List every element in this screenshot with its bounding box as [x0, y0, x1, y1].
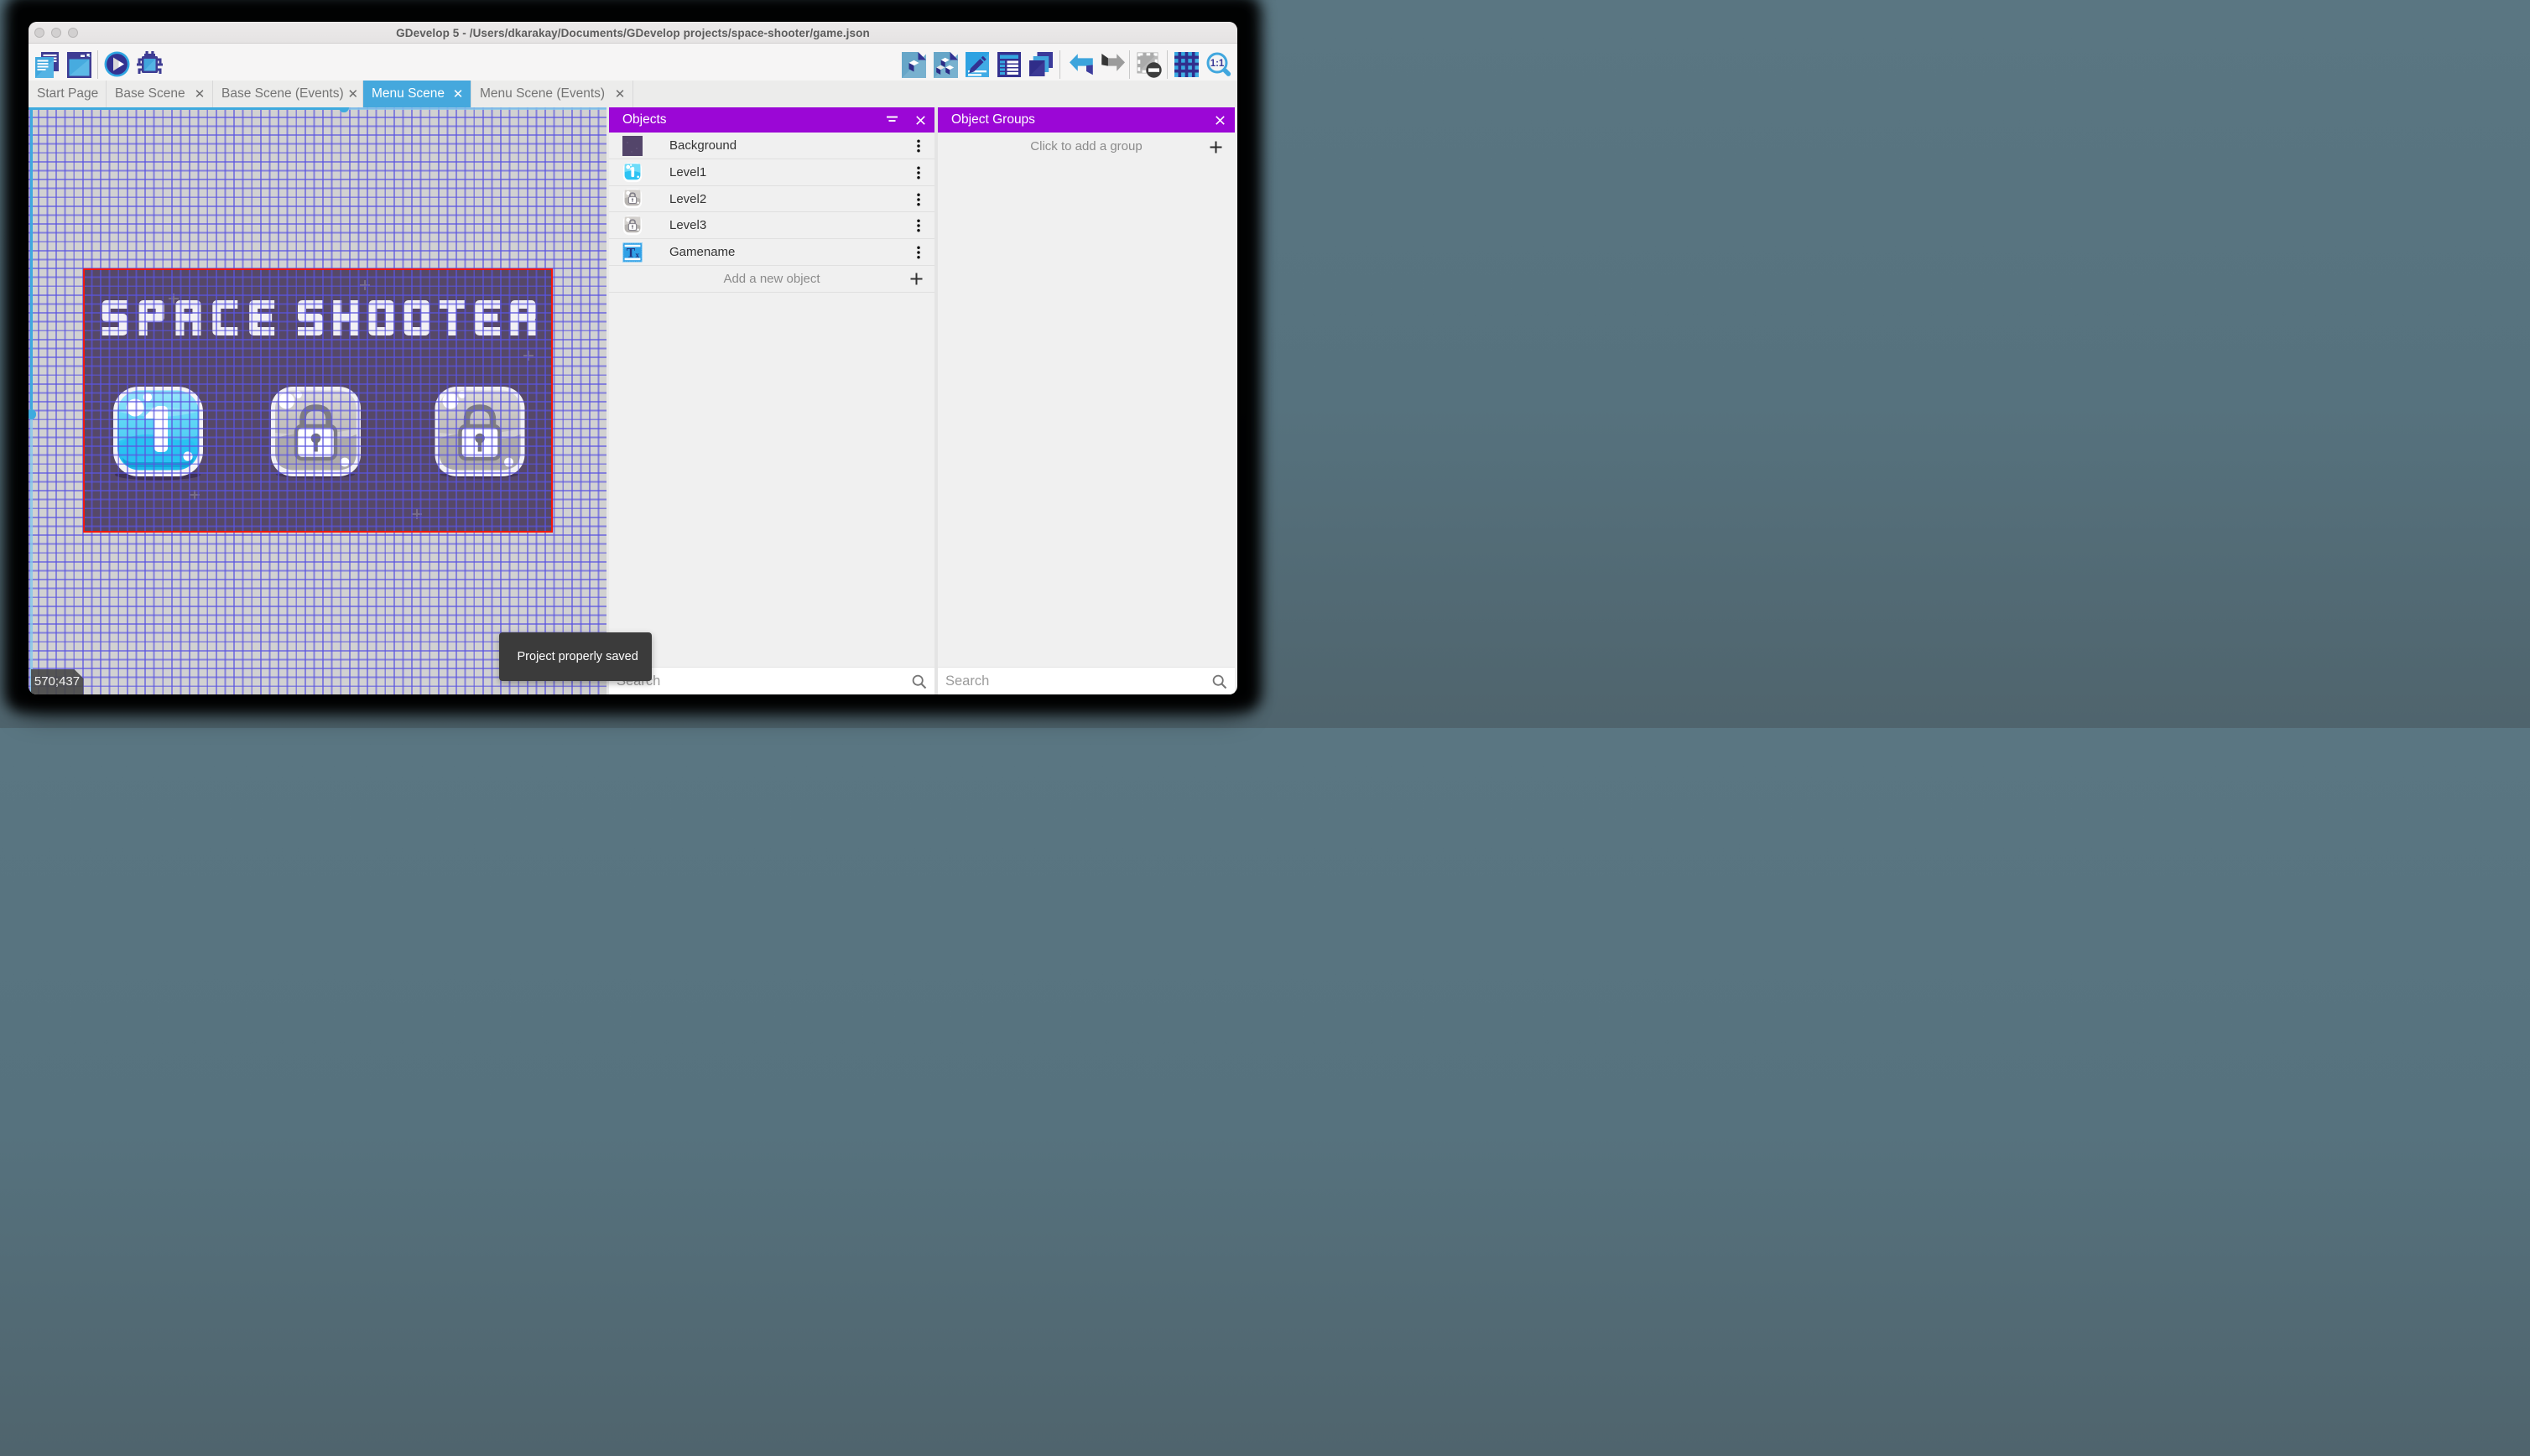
- svg-text:1:1: 1:1: [1210, 59, 1224, 69]
- svg-text:T: T: [627, 246, 636, 260]
- svg-text:x: x: [635, 252, 639, 260]
